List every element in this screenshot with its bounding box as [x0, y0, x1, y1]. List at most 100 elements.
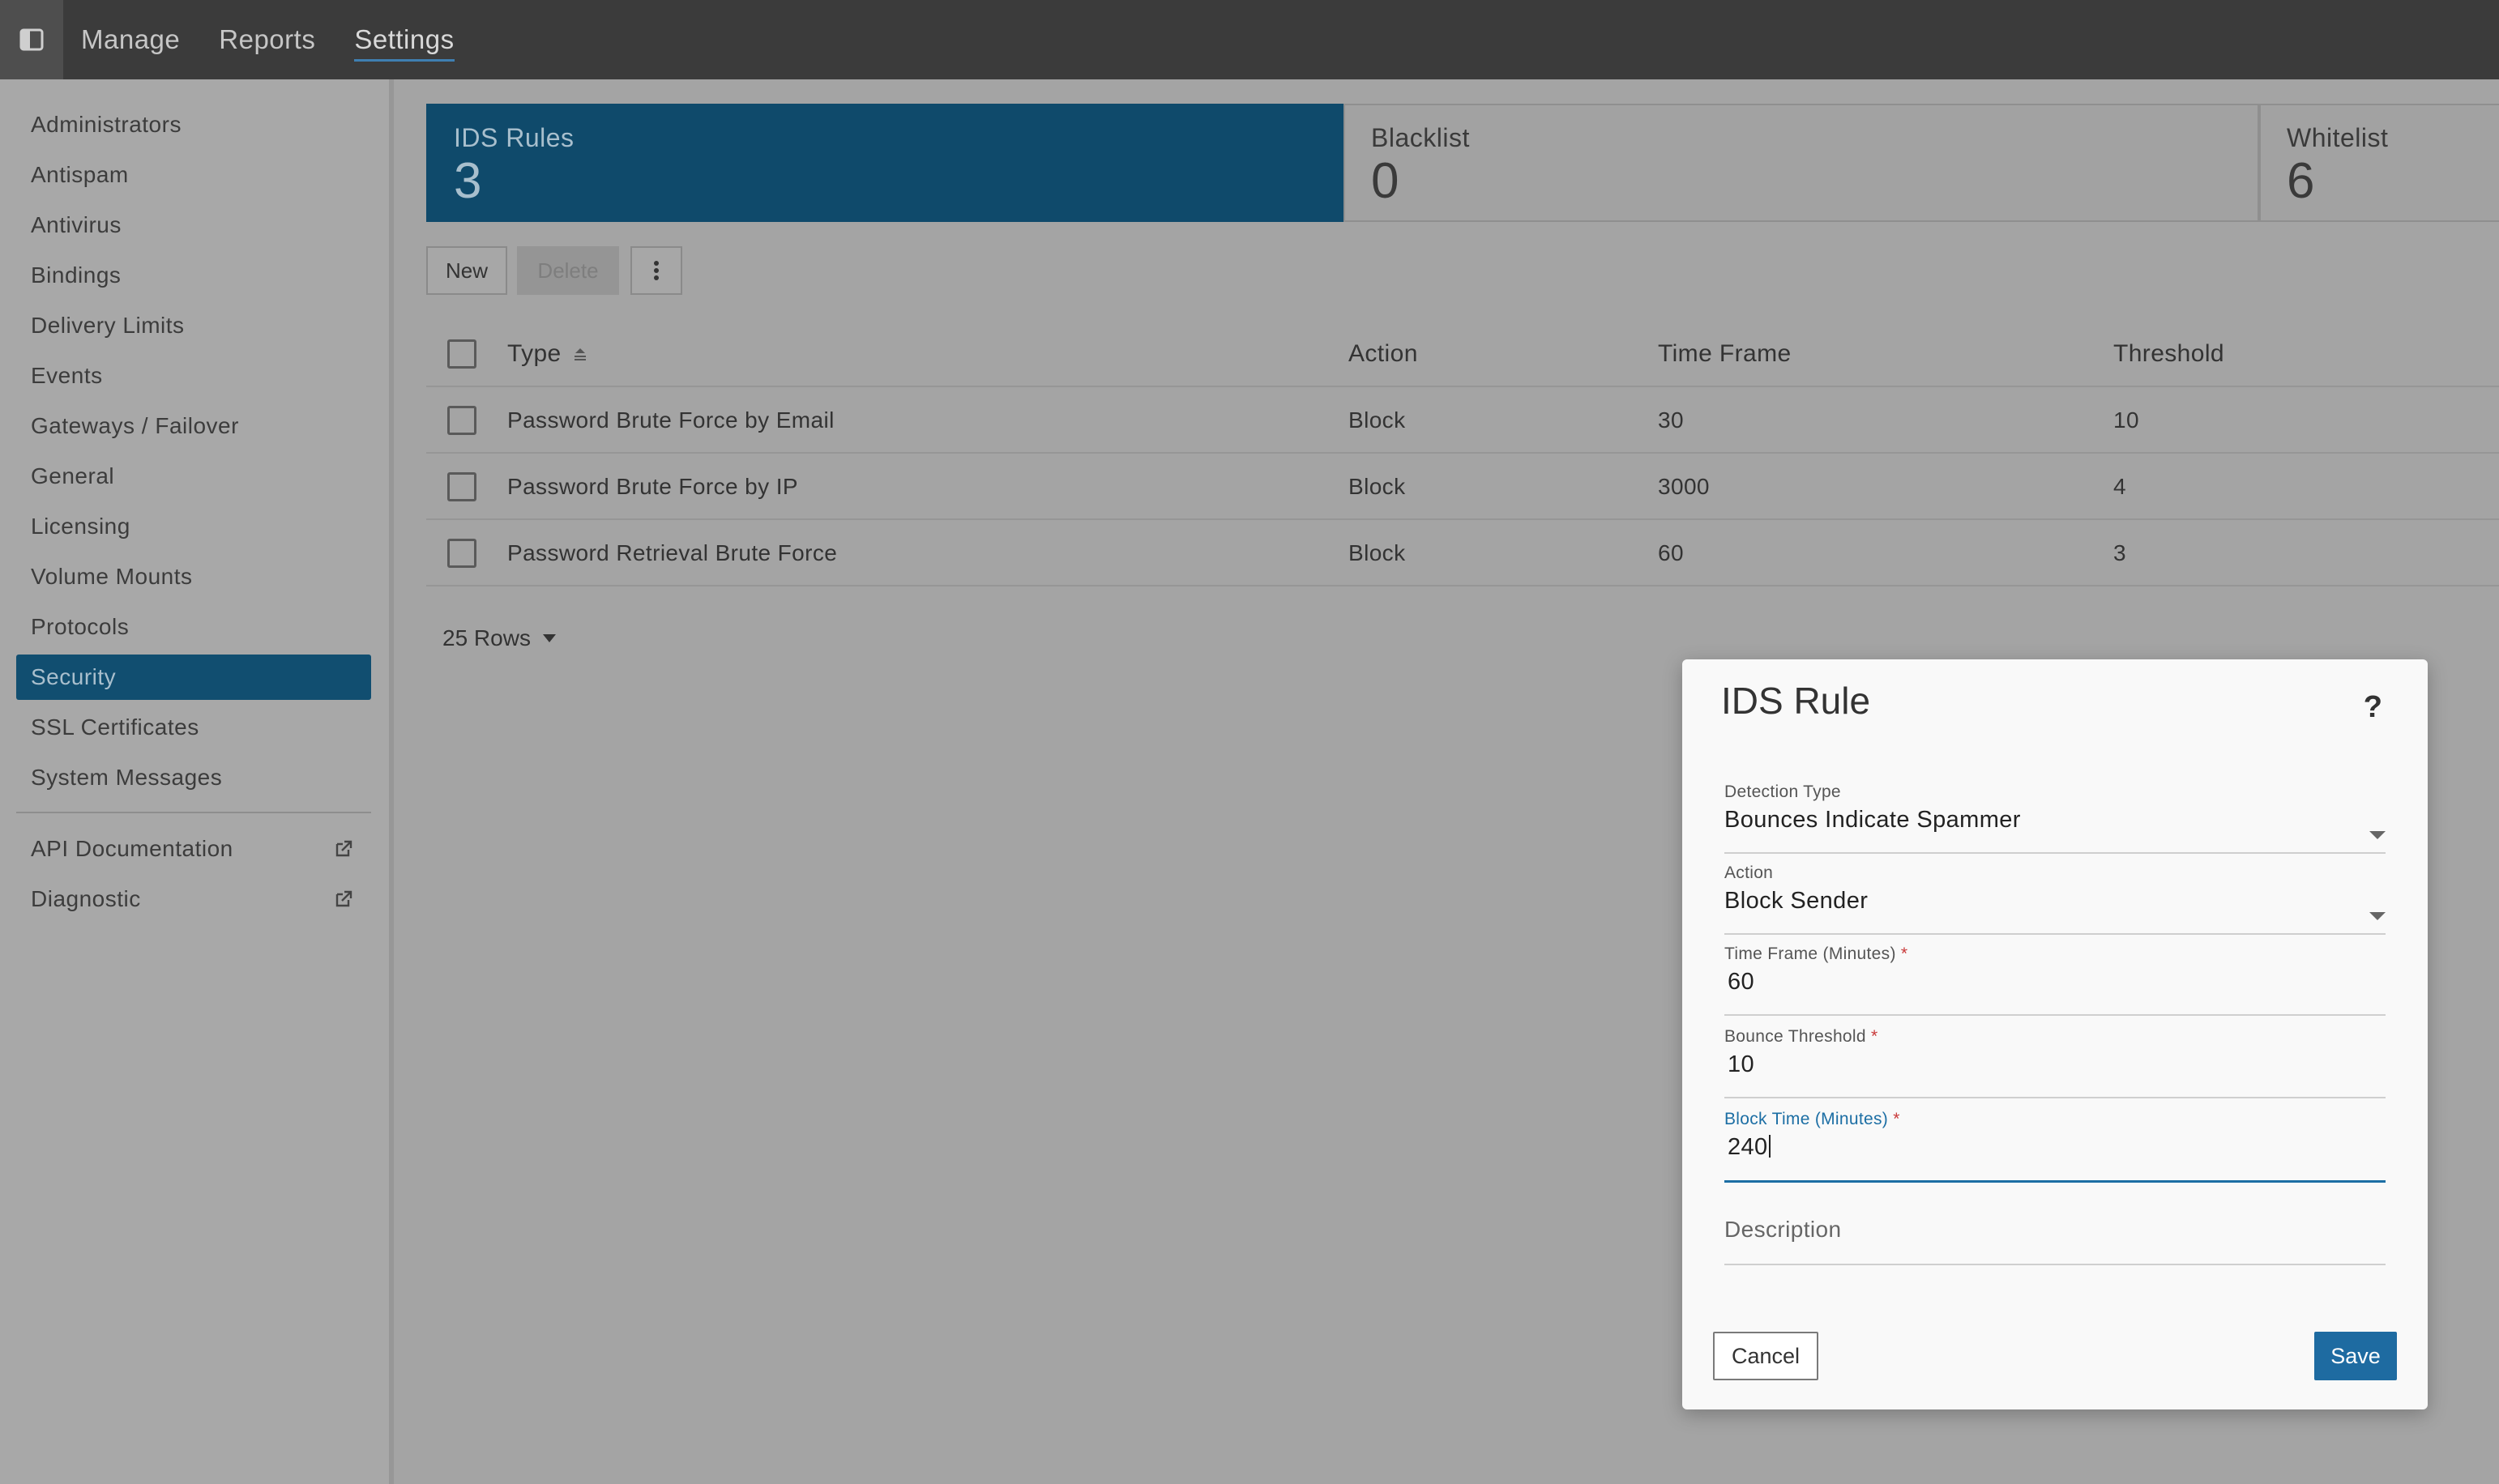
cell-action: Block [1348, 407, 1406, 433]
save-button[interactable]: Save [2314, 1332, 2397, 1380]
description-placeholder: Description [1724, 1217, 1842, 1242]
help-icon[interactable]: ? [2364, 690, 2382, 725]
cell-threshold: 3 [2113, 540, 2126, 565]
sidebar-item-protocols[interactable]: Protocols [16, 604, 371, 650]
dialog-title: IDS Rule [1721, 680, 1871, 722]
cell-time-frame: 30 [1658, 407, 1684, 433]
sidebar-item-licensing[interactable]: Licensing [16, 504, 371, 549]
time-frame-input[interactable]: Time Frame (Minutes) * 60 [1724, 945, 2386, 1016]
cell-action: Block [1348, 474, 1406, 499]
nav-reports[interactable]: Reports [219, 24, 315, 55]
field-label-text: Bounce Threshold [1724, 1027, 1866, 1046]
cell-threshold: 10 [2113, 407, 2139, 433]
sidebar-item-events[interactable]: Events [16, 353, 371, 399]
external-link-icon [335, 890, 352, 907]
action-select[interactable]: Action Block Sender [1724, 864, 2386, 935]
caret-down-icon [542, 634, 556, 642]
dropdown-caret-icon [2369, 912, 2386, 920]
sidebar-item-label: API Documentation [31, 836, 233, 861]
column-header-label: Type [507, 340, 562, 367]
new-button[interactable]: New [426, 246, 507, 295]
sidebar-item-antispam[interactable]: Antispam [16, 152, 371, 198]
sidebar-divider [16, 812, 371, 813]
field-value: 60 [1728, 969, 1755, 995]
cell-type: Password Brute Force by IP [507, 474, 798, 499]
row-checkbox[interactable] [447, 406, 476, 435]
table-row[interactable]: Password Brute Force by Email Block 30 1… [426, 387, 2499, 454]
sort-ascending-icon [574, 348, 586, 360]
nav-settings[interactable]: Settings [354, 24, 455, 62]
tile-count: 0 [1371, 153, 1399, 209]
required-mark: * [1893, 1110, 1900, 1128]
sidebar-item-antivirus[interactable]: Antivirus [16, 203, 371, 248]
tile-count: 3 [454, 153, 482, 209]
sidebar-item-api-documentation[interactable]: API Documentation [16, 826, 371, 872]
field-label-text: Block Time (Minutes) [1724, 1110, 1889, 1128]
cell-time-frame: 3000 [1658, 474, 1710, 499]
tile-ids-rules[interactable]: IDS Rules 3 [426, 104, 1343, 222]
field-label: Block Time (Minutes) * [1724, 1110, 2386, 1129]
sidebar-item-volume-mounts[interactable]: Volume Mounts [16, 554, 371, 599]
row-checkbox[interactable] [447, 539, 476, 568]
external-link-icon [335, 840, 352, 857]
sidebar-item-delivery-limits[interactable]: Delivery Limits [16, 303, 371, 348]
column-header-threshold[interactable]: Threshold [2113, 321, 2224, 387]
stat-tiles: IDS Rules 3 Blacklist 0 Whitelist 6 [426, 104, 2499, 222]
sidebar-item-bindings[interactable]: Bindings [16, 253, 371, 298]
rows-per-page-label: 25 Rows [442, 625, 531, 650]
table-header: Type Action Time Frame Threshold [426, 321, 2499, 387]
field-value: Bounces Indicate Spammer [1724, 807, 2021, 833]
detection-type-select[interactable]: Detection Type Bounces Indicate Spammer [1724, 783, 2386, 854]
field-label-text: Time Frame (Minutes) [1724, 945, 1896, 963]
cell-action: Block [1348, 540, 1406, 565]
tile-label: Whitelist [2287, 123, 2389, 152]
bounce-threshold-input[interactable]: Bounce Threshold * 10 [1724, 1027, 2386, 1098]
field-label: Bounce Threshold * [1724, 1027, 2386, 1047]
sidebar-item-administrators[interactable]: Administrators [16, 102, 371, 147]
table-row[interactable]: Password Retrieval Brute Force Block 60 … [426, 520, 2499, 586]
tile-blacklist[interactable]: Blacklist 0 [1343, 104, 2259, 222]
sidebar-item-security[interactable]: Security [16, 655, 371, 700]
cancel-button[interactable]: Cancel [1713, 1332, 1818, 1380]
required-mark: * [1900, 945, 1908, 963]
field-value: 10 [1728, 1051, 1755, 1077]
nav-manage[interactable]: Manage [81, 24, 180, 55]
field-value: 240 [1728, 1134, 1768, 1160]
sidebar: Administrators Antispam Antivirus Bindin… [0, 79, 394, 1484]
description-input[interactable]: Description [1724, 1217, 2386, 1265]
cell-threshold: 4 [2113, 474, 2126, 499]
cell-type: Password Brute Force by Email [507, 407, 835, 433]
block-time-input[interactable]: Block Time (Minutes) * 240 [1724, 1110, 2386, 1183]
required-mark: * [1871, 1027, 1878, 1046]
field-label: Time Frame (Minutes) * [1724, 945, 2386, 964]
table-row[interactable]: Password Brute Force by IP Block 3000 4 [426, 454, 2499, 520]
sidebar-item-gateways-failover[interactable]: Gateways / Failover [16, 403, 371, 449]
text-cursor [1768, 1135, 1771, 1158]
rows-per-page-select[interactable]: 25 Rows [442, 619, 557, 658]
delete-button[interactable]: Delete [517, 246, 619, 295]
tile-whitelist[interactable]: Whitelist 6 [2259, 104, 2499, 222]
sidebar-toggle-button[interactable] [0, 0, 63, 79]
top-bar: Manage Reports Settings [0, 0, 2499, 79]
column-header-action[interactable]: Action [1348, 321, 1418, 387]
row-checkbox[interactable] [447, 472, 476, 501]
sidebar-item-system-messages[interactable]: System Messages [16, 755, 371, 800]
sidebar-toggle-icon [19, 28, 44, 51]
sidebar-item-diagnostic[interactable]: Diagnostic [16, 876, 371, 922]
column-header-type[interactable]: Type [507, 321, 589, 387]
dropdown-caret-icon [2369, 831, 2386, 839]
top-nav: Manage Reports Settings [81, 0, 455, 79]
field-value: Block Sender [1724, 888, 1869, 914]
more-actions-button[interactable] [630, 246, 682, 295]
more-vertical-icon [654, 261, 659, 280]
field-value-wrap: 240 [1724, 1134, 2386, 1161]
field-label: Detection Type [1724, 783, 1841, 801]
select-all-checkbox[interactable] [447, 339, 476, 369]
column-header-time-frame[interactable]: Time Frame [1658, 321, 1792, 387]
ids-rule-dialog: IDS Rule ? Detection Type Bounces Indica… [1682, 659, 2428, 1409]
sidebar-item-general[interactable]: General [16, 454, 371, 499]
tile-label: Blacklist [1371, 123, 1470, 152]
cell-type: Password Retrieval Brute Force [507, 540, 838, 565]
field-label: Action [1724, 864, 1774, 882]
sidebar-item-ssl-certificates[interactable]: SSL Certificates [16, 705, 371, 750]
